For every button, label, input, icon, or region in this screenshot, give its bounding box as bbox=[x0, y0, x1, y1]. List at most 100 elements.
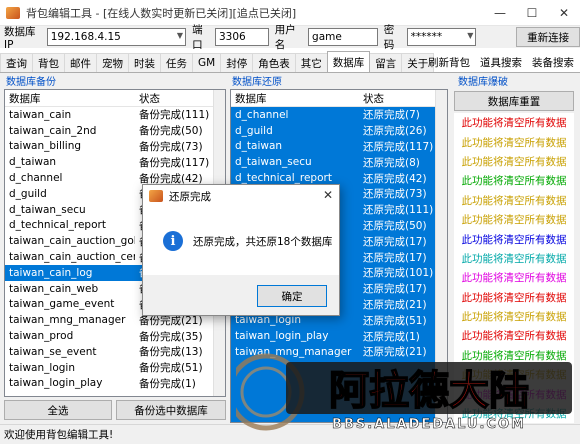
row-database: taiwan_cain_log bbox=[9, 266, 93, 279]
dialog-message: 还原完成，共还原18个数据库 bbox=[193, 235, 333, 248]
table-row[interactable]: taiwan_se_event 备份完成(13) bbox=[5, 344, 225, 360]
table-row[interactable]: taiwan_billing 备份完成(73) bbox=[5, 139, 225, 155]
info-icon: i bbox=[163, 231, 183, 251]
row-status: 还原完成(50) bbox=[363, 219, 427, 232]
row-database: taiwan_mng_manager bbox=[9, 314, 126, 327]
dialog-title: 还原完成 bbox=[169, 190, 211, 203]
row-status: 还原完成(1) bbox=[363, 330, 420, 343]
tab-7[interactable]: 封停 bbox=[220, 53, 254, 72]
row-status: 还原完成(17) bbox=[363, 235, 427, 248]
warning-text: 此功能将清空所有数据 bbox=[461, 291, 567, 304]
ok-button[interactable]: 确定 bbox=[257, 285, 327, 307]
backup-title: 数据库备份 bbox=[6, 77, 56, 88]
row-status: 还原完成(8) bbox=[363, 156, 420, 169]
table-row[interactable]: d_guild 还原完成(26) bbox=[231, 123, 447, 139]
warning-text: 此功能将清空所有数据 bbox=[461, 408, 567, 421]
row-database: d_taiwan_secu bbox=[235, 156, 312, 169]
tool-button-1[interactable]: 道具搜索 bbox=[478, 54, 524, 71]
warning-text: 此功能将清空所有数据 bbox=[461, 369, 567, 382]
dialog-title-bar: 还原完成 ✕ bbox=[143, 185, 339, 207]
table-row[interactable]: taiwan_login_play 还原完成(1) bbox=[231, 328, 447, 344]
reconnect-button[interactable]: 重新连接 bbox=[516, 27, 580, 47]
row-database: d_technical_report bbox=[9, 219, 106, 232]
warning-text: 此功能将清空所有数据 bbox=[461, 136, 567, 149]
scrollbar[interactable] bbox=[435, 90, 447, 422]
row-status: 备份完成(117) bbox=[139, 156, 210, 169]
row-database: taiwan_mng_manager bbox=[235, 345, 352, 358]
warning-text: 此功能将清空所有数据 bbox=[461, 272, 567, 285]
row-status: 备份完成(73) bbox=[139, 140, 203, 153]
ip-value: 192.168.4.15 bbox=[50, 31, 121, 43]
tool-button-2[interactable]: 装备搜索 bbox=[530, 54, 576, 71]
table-row[interactable]: taiwan_login 备份完成(51) bbox=[5, 360, 225, 376]
table-row[interactable]: d_taiwan 还原完成(117) bbox=[231, 139, 447, 155]
row-database: d_channel bbox=[235, 108, 289, 121]
restore-complete-dialog: 还原完成 ✕ i 还原完成，共还原18个数据库 确定 bbox=[142, 184, 340, 316]
tab-0[interactable]: 查询 bbox=[0, 53, 33, 72]
col-database: 数据库 bbox=[9, 92, 41, 105]
maximize-button[interactable]: ☐ bbox=[516, 0, 548, 26]
col-status: 状态 bbox=[139, 92, 160, 105]
minimize-button[interactable]: — bbox=[484, 0, 516, 26]
row-database: taiwan_se_event bbox=[9, 345, 97, 358]
close-icon[interactable]: ✕ bbox=[323, 188, 333, 202]
row-status: 还原完成(21) bbox=[363, 346, 427, 359]
table-row[interactable]: taiwan_mng_manager 还原完成(21) bbox=[231, 344, 447, 360]
warning-text: 此功能将清空所有数据 bbox=[461, 194, 567, 207]
table-row[interactable]: d_channel 还原完成(7) bbox=[231, 107, 447, 123]
tab-4[interactable]: 时装 bbox=[128, 53, 161, 72]
warning-list: 此功能将清空所有数据 此功能将清空所有数据 此功能将清空所有数据 此功能将清空所有数据… bbox=[454, 113, 574, 423]
row-database: d_taiwan bbox=[9, 156, 57, 169]
port-label: 端口 bbox=[192, 24, 203, 51]
table-row[interactable]: taiwan_cain 备份完成(111) bbox=[5, 107, 225, 123]
password-value: ****** bbox=[410, 31, 443, 43]
row-database: taiwan_login_play bbox=[235, 330, 329, 343]
reset-title: 数据库爆破 bbox=[458, 77, 508, 88]
row-status: 还原完成(117) bbox=[363, 140, 434, 153]
user-input[interactable]: game bbox=[308, 28, 378, 46]
tab-6[interactable]: GM bbox=[192, 53, 222, 72]
table-row[interactable]: taiwan_cain_2nd 备份完成(50) bbox=[5, 123, 225, 139]
reset-database-button[interactable]: 数据库重置 bbox=[454, 91, 574, 111]
warning-text: 此功能将清空所有数据 bbox=[461, 155, 567, 168]
row-database: taiwan_cain_auction_gold bbox=[9, 235, 135, 248]
tab-5[interactable]: 任务 bbox=[160, 53, 193, 72]
row-status: 备份完成(35) bbox=[139, 330, 203, 343]
toolbar: 刷新背包 道具搜索 装备搜索 bbox=[426, 54, 576, 71]
warning-text: 此功能将清空所有数据 bbox=[461, 252, 567, 265]
table-row[interactable]: taiwan_login_play 备份完成(1) bbox=[5, 376, 225, 392]
row-status: 还原完成(7) bbox=[363, 109, 420, 122]
select-all-button[interactable]: 全选 bbox=[4, 400, 112, 420]
row-database: d_channel bbox=[9, 172, 63, 185]
close-button[interactable]: ✕ bbox=[548, 0, 580, 26]
row-database: d_taiwan bbox=[235, 140, 283, 153]
tab-11[interactable]: 留言 bbox=[369, 53, 403, 72]
warning-text: 此功能将清空所有数据 bbox=[461, 330, 567, 343]
app-icon bbox=[149, 190, 163, 202]
col-status: 状态 bbox=[363, 92, 384, 105]
row-status: 还原完成(21) bbox=[363, 298, 427, 311]
password-input[interactable]: ****** ▼ bbox=[406, 28, 477, 46]
table-row[interactable]: d_taiwan 备份完成(117) bbox=[5, 154, 225, 170]
row-status: 还原完成(42) bbox=[363, 172, 427, 185]
row-status: 还原完成(111) bbox=[363, 204, 434, 217]
ip-combo[interactable]: 192.168.4.15 ▼ bbox=[46, 28, 187, 46]
row-status: 备份完成(1) bbox=[139, 377, 196, 390]
port-input[interactable]: 3306 bbox=[214, 28, 269, 46]
table-row[interactable]: taiwan_prod 备份完成(35) bbox=[5, 328, 225, 344]
row-database: taiwan_cain bbox=[9, 108, 72, 121]
tab-2[interactable]: 邮件 bbox=[64, 53, 97, 72]
tab-1[interactable]: 背包 bbox=[32, 53, 65, 72]
row-database: taiwan_cain_2nd bbox=[9, 124, 97, 137]
backup-selected-button[interactable]: 备份选中数据库 bbox=[116, 400, 226, 420]
warning-text: 此功能将清空所有数据 bbox=[461, 117, 567, 130]
tab-9[interactable]: 其它 bbox=[294, 53, 328, 72]
row-status: 还原完成(17) bbox=[363, 251, 427, 264]
tab-10[interactable]: 数据库 bbox=[326, 51, 371, 72]
row-database: d_taiwan_secu bbox=[9, 203, 86, 216]
row-status: 备份完成(51) bbox=[139, 362, 203, 375]
table-row[interactable]: d_taiwan_secu 还原完成(8) bbox=[231, 154, 447, 170]
tab-8[interactable]: 角色表 bbox=[252, 53, 296, 72]
tab-3[interactable]: 宠物 bbox=[96, 53, 129, 72]
tool-button-0[interactable]: 刷新背包 bbox=[426, 54, 472, 71]
